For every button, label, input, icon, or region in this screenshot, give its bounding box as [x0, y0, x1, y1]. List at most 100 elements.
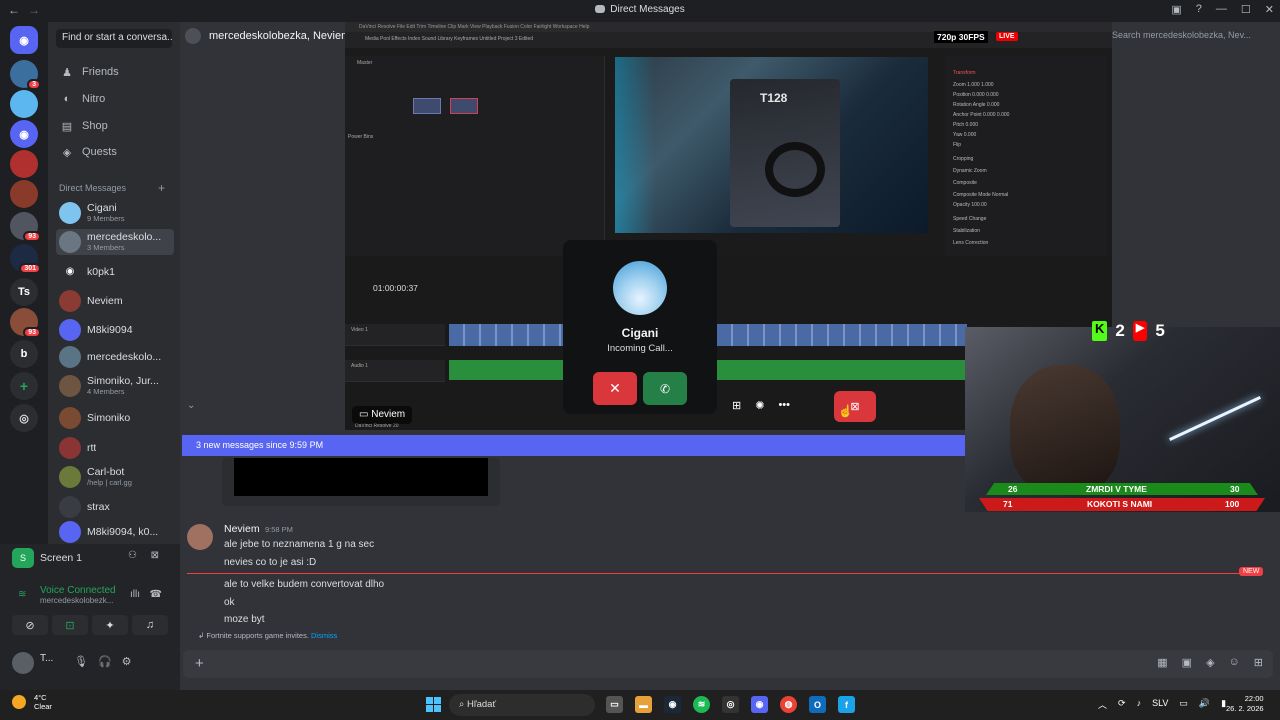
- obs-icon[interactable]: ◎: [722, 696, 739, 713]
- streamer-person: [1010, 365, 1120, 495]
- find-conversation-button[interactable]: Find or start a conversa...: [56, 29, 172, 48]
- server-b[interactable]: b: [10, 340, 38, 368]
- sticker-icon[interactable]: ◈: [1206, 656, 1214, 669]
- attach-plus-icon[interactable]: +: [195, 655, 204, 672]
- disconnect-icon[interactable]: ☎: [150, 589, 162, 600]
- discord-home-icon[interactable]: ◉: [10, 26, 38, 54]
- avatar[interactable]: [187, 524, 213, 550]
- gif-icon[interactable]: ▣: [1182, 656, 1192, 669]
- volume-icon[interactable]: 🔊: [1199, 698, 1210, 711]
- new-messages-bar[interactable]: 3 new messages since 9:59 PM: [182, 435, 965, 456]
- microphone-icon[interactable]: 🎙: [74, 655, 88, 668]
- dm-item-k0pk1[interactable]: ◉ k0pk1: [56, 259, 174, 285]
- outlook-icon[interactable]: O: [809, 696, 826, 713]
- more-icon[interactable]: •••: [778, 399, 790, 412]
- close-window-button[interactable]: ✕: [1265, 3, 1274, 16]
- activities-button[interactable]: ✦: [92, 615, 128, 635]
- avatar: [59, 407, 81, 429]
- camera-off-button[interactable]: ⊘: [12, 615, 48, 635]
- dm-item-rtt[interactable]: rtt: [56, 435, 174, 461]
- create-dm-icon[interactable]: +: [158, 181, 165, 195]
- file-explorer-icon[interactable]: ▬: [635, 696, 652, 713]
- resolve-viewer: T128: [615, 57, 928, 233]
- screen-share-status: S Screen 1 ⚇ ⊠: [12, 546, 167, 570]
- server-icon[interactable]: 93: [10, 212, 41, 242]
- activity-icon[interactable]: ⊞: [732, 399, 741, 412]
- taskbar-search[interactable]: ⌕ Hľadať: [449, 694, 595, 716]
- microphone-tray-icon[interactable]: ♪: [1137, 698, 1142, 711]
- stop-share-icon[interactable]: ⊠: [151, 550, 159, 561]
- maximize-button[interactable]: ☐: [1241, 3, 1251, 16]
- server-icon[interactable]: 3: [10, 60, 41, 90]
- dm-item-strax[interactable]: strax: [56, 494, 174, 520]
- accept-call-button[interactable]: ✆: [643, 372, 687, 405]
- weather-widget[interactable]: 4°C Clear: [12, 693, 52, 711]
- dm-item-mercedes[interactable]: mercedeskolo...: [56, 344, 174, 370]
- media-embed[interactable]: [222, 458, 500, 506]
- clock[interactable]: 22:00 26. 2. 2026: [1226, 694, 1264, 714]
- screen-share-button[interactable]: ⊡: [52, 615, 88, 635]
- server-icon[interactable]: 301: [10, 244, 41, 274]
- discord-taskbar-icon[interactable]: ◉: [751, 696, 768, 713]
- avatar[interactable]: [12, 652, 34, 674]
- avatar: [59, 290, 81, 312]
- dm-item-neviem[interactable]: Neviem: [56, 288, 174, 314]
- dm-item-cigani[interactable]: Cigani 9 Members: [56, 200, 174, 226]
- video-clip: [717, 324, 967, 346]
- nav-nitro[interactable]: ◐ Nitro: [56, 88, 174, 110]
- avatar: [59, 437, 81, 459]
- media-thumbnail: [450, 98, 478, 114]
- chrome-icon[interactable]: ◍: [780, 696, 797, 713]
- emoji-icon[interactable]: ☺: [1229, 656, 1240, 669]
- server-ts[interactable]: Ts: [10, 278, 38, 306]
- dm-item-simoniko[interactable]: Simoniko: [56, 405, 174, 431]
- language-indicator[interactable]: SLV: [1152, 698, 1168, 711]
- nav-friends[interactable]: ♟ Friends: [56, 61, 174, 83]
- team-bar-red: 71 KOKOTI S NAMI 100: [979, 498, 1265, 511]
- search-input[interactable]: Search mercedeskolobezka, Nev...: [1112, 30, 1272, 46]
- soundboard-button[interactable]: ♫: [132, 615, 168, 635]
- server-icon[interactable]: [10, 150, 38, 178]
- chevron-up-icon[interactable]: ︿: [1098, 698, 1107, 711]
- gift-icon[interactable]: ▦: [1157, 656, 1167, 669]
- dismiss-link[interactable]: Dismiss: [311, 631, 337, 640]
- apps-icon[interactable]: ⊞: [1254, 656, 1263, 669]
- task-view-icon[interactable]: ▭: [606, 696, 623, 713]
- steam-icon[interactable]: ◉: [664, 696, 681, 713]
- minimize-button[interactable]: —: [1216, 3, 1227, 16]
- spotify-icon[interactable]: ≋: [693, 696, 710, 713]
- app-f-icon[interactable]: f: [838, 696, 855, 713]
- nitro-icon: ◐: [63, 93, 71, 105]
- network-icon[interactable]: ▭: [1179, 698, 1188, 711]
- gear-icon[interactable]: ⚙: [122, 655, 132, 668]
- message-composer[interactable]: + ▦ ▣ ◈ ☺ ⊞: [183, 650, 1273, 678]
- dm-item-simoniko-group[interactable]: Simoniko, Jur... 4 Members: [56, 373, 174, 399]
- sync-icon[interactable]: ⟳: [1118, 698, 1126, 711]
- decline-call-button[interactable]: ✕: [593, 372, 637, 405]
- dm-item-m8ki9094[interactable]: M8ki9094: [56, 317, 174, 343]
- noise-suppression-icon[interactable]: ıllı: [130, 589, 140, 600]
- discover-icon[interactable]: ◎: [10, 404, 38, 432]
- chevron-down-icon[interactable]: ⌄: [187, 400, 195, 411]
- add-server-icon[interactable]: +: [10, 372, 38, 400]
- screen-share-icon: S: [12, 548, 34, 568]
- search-icon: ⌕: [459, 699, 467, 710]
- dm-item-carl-bot[interactable]: Carl-bot/help | carl.gg: [56, 464, 174, 490]
- nav-quests[interactable]: ◈ Quests: [56, 141, 174, 163]
- help-icon[interactable]: ?: [1196, 3, 1202, 16]
- headphones-icon[interactable]: 🎧: [98, 655, 112, 668]
- soundboard-icon[interactable]: ✺: [755, 399, 764, 412]
- inbox-icon[interactable]: ▣: [1171, 3, 1181, 16]
- nav-shop[interactable]: ▤ Shop: [56, 115, 174, 137]
- windows-start-icon[interactable]: [426, 697, 441, 712]
- server-icon[interactable]: [10, 90, 38, 118]
- account-panel: T... 🎙 🎧 ⚙: [12, 650, 172, 676]
- share-settings-icon[interactable]: ⚇: [128, 550, 137, 561]
- discord-server-icon[interactable]: ◉: [10, 120, 38, 148]
- message-author[interactable]: Neviem: [224, 523, 260, 535]
- server-icon[interactable]: [10, 180, 38, 208]
- dm-item-m8ki-k0[interactable]: M8ki9094, k0...: [56, 519, 174, 545]
- steering-wheel: [765, 142, 825, 197]
- dm-item-group[interactable]: mercedeskolo... 3 Members: [56, 229, 174, 255]
- server-icon[interactable]: 93: [10, 308, 41, 338]
